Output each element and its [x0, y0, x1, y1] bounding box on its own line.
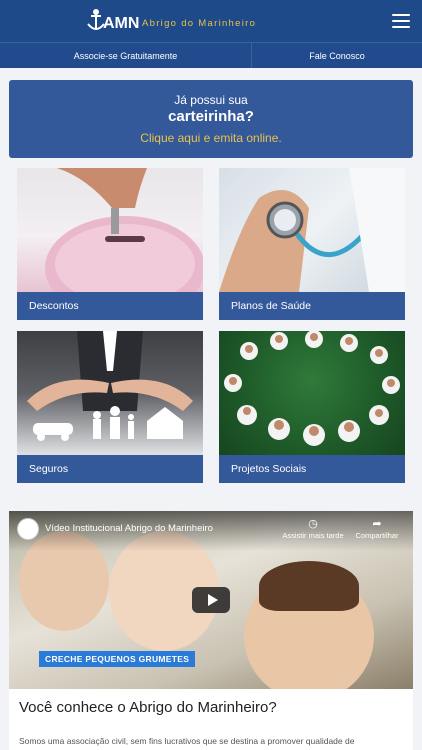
- stethoscope-image: [219, 168, 405, 292]
- top-header: AMN Abrigo do Marinheiro: [0, 0, 422, 42]
- svg-text:AMN: AMN: [103, 15, 139, 32]
- video-caption: CRECHE PEQUENOS GRUMETES: [39, 651, 196, 667]
- institutional-video-player[interactable]: Vídeo Institucional Abrigo do Marinheiro…: [9, 511, 413, 689]
- associate-link[interactable]: Associe-se Gratuitamente: [0, 43, 252, 68]
- tile-label: Planos de Saúde: [219, 292, 405, 320]
- tile-label: Seguros: [17, 455, 203, 483]
- children-circle-image: [219, 331, 405, 455]
- hamburger-menu-icon[interactable]: [392, 14, 410, 28]
- tile-label: Descontos: [17, 292, 203, 320]
- piggy-bank-image: [17, 168, 203, 320]
- card-question-line1: Já possui sua: [174, 93, 248, 107]
- anchor-logo-icon: AMN: [87, 9, 139, 32]
- video-title[interactable]: Vídeo Institucional Abrigo do Marinheiro: [45, 523, 213, 534]
- watch-later-button[interactable]: ◷ Assistir mais tarde: [277, 517, 349, 540]
- tile-social-projects[interactable]: Projetos Sociais: [219, 331, 405, 483]
- membership-card-banner[interactable]: Já possui sua carteirinha? Clique aqui e…: [9, 80, 413, 158]
- sub-navigation: Associe-se Gratuitamente Fale Conosco: [0, 42, 422, 68]
- about-section: Você conhece o Abrigo do Marinheiro? Som…: [9, 689, 413, 750]
- tile-health-plans[interactable]: Planos de Saúde: [219, 168, 405, 320]
- play-icon: [207, 594, 218, 606]
- share-icon: ➦: [372, 518, 382, 530]
- contact-link[interactable]: Fale Conosco: [252, 43, 422, 68]
- brand-logo[interactable]: AMN Abrigo do Marinheiro: [84, 8, 256, 34]
- play-button[interactable]: [192, 587, 230, 613]
- about-heading: Você conhece o Abrigo do Marinheiro?: [19, 699, 277, 716]
- issue-card-link[interactable]: Clique aqui e emita online.: [9, 131, 413, 145]
- brand-name: Abrigo do Marinheiro: [142, 17, 257, 29]
- video-frame-hair: [259, 561, 359, 611]
- tile-label: Projetos Sociais: [219, 455, 405, 483]
- watch-later-label: Assistir mais tarde: [282, 531, 344, 540]
- insurance-hands-image: [17, 331, 203, 455]
- share-button[interactable]: ➦ Compartilhar: [349, 517, 405, 540]
- about-text: Somos uma associação civil, sem fins luc…: [19, 736, 355, 746]
- card-question-line2: carteirinha?: [168, 108, 254, 125]
- channel-avatar[interactable]: [17, 518, 39, 540]
- tile-discounts[interactable]: Descontos: [17, 168, 203, 320]
- share-label: Compartilhar: [355, 531, 399, 540]
- tile-insurance[interactable]: Seguros: [17, 331, 203, 483]
- clock-icon: ◷: [308, 518, 318, 530]
